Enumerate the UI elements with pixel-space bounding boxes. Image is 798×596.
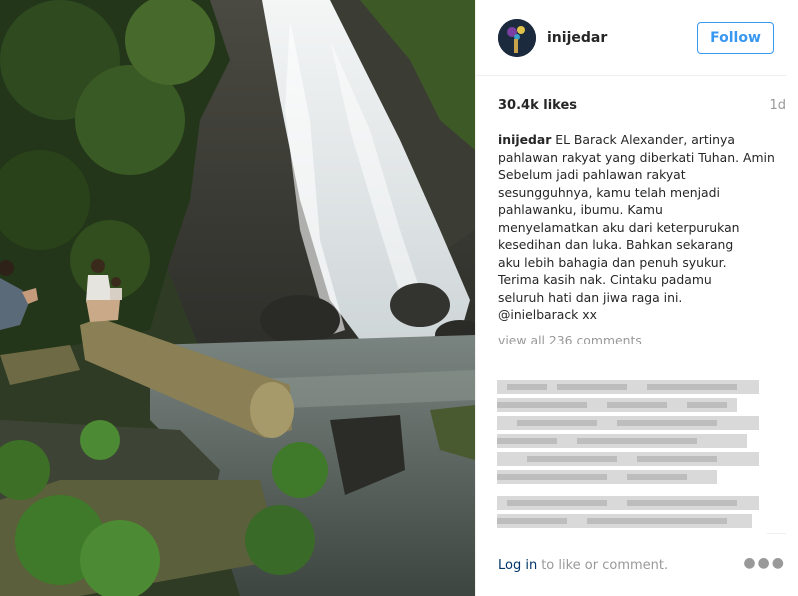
ellipsis-icon[interactable]: ●●● [743, 555, 786, 571]
caption-line: menyelamatkan aku dari keterpurukan [498, 219, 740, 235]
post-photo[interactable] [0, 0, 475, 596]
post-age[interactable]: 1d [769, 98, 786, 113]
login-link[interactable]: Log in [498, 558, 537, 573]
follow-button[interactable]: Follow [697, 21, 774, 54]
caption-line: seluruh hati dan jiwa raga ini. [498, 289, 683, 305]
caption-username[interactable]: inijedar [498, 132, 551, 147]
view-all-comments-link[interactable]: view all 236 comments [476, 330, 798, 344]
username[interactable]: inijedar [547, 30, 697, 46]
post-stats: 30.4k likes 1d [476, 96, 798, 114]
mention-link[interactable]: @inielbarack xx [498, 307, 597, 322]
caption-line: kesedihan dan luka. Bahkan sekarang [498, 237, 734, 252]
caption-line: aku lebih bahagia dan penuh syukur. [498, 254, 727, 270]
likes-count[interactable]: 30.4k likes [498, 98, 577, 113]
caption-line: Sebelum jadi pahlawan rakyat [498, 167, 686, 182]
avatar[interactable] [498, 18, 536, 57]
blurred-comments [497, 380, 767, 540]
post-header: inijedar Follow [476, 0, 786, 76]
waterfall-photo [0, 0, 475, 596]
caption: inijedar EL Barack Alexander, artinya pa… [476, 131, 798, 324]
caption-line: sesungguhnya, kamu telah menjadi [498, 184, 720, 200]
login-prompt: to like or comment. [541, 557, 669, 573]
avatar-image [498, 18, 536, 57]
instagram-post: inijedar Follow 30.4k likes 1d inijedar … [0, 0, 798, 596]
caption-line: pahlawanku, ibumu. Kamu [498, 202, 663, 217]
caption-line: Terima kasih nak. Cintaku padamu [498, 272, 712, 287]
